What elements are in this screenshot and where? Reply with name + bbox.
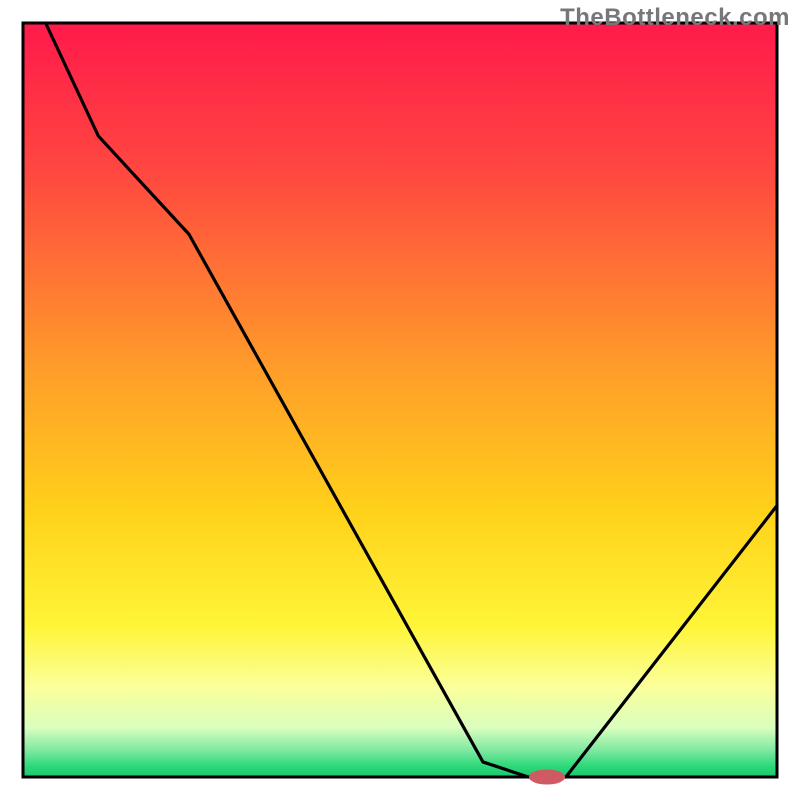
plot-background [23, 23, 777, 777]
optimal-marker [529, 769, 565, 784]
chart-container: TheBottleneck.com [0, 0, 800, 800]
bottleneck-chart [0, 0, 800, 800]
watermark-text: TheBottleneck.com [560, 4, 790, 32]
